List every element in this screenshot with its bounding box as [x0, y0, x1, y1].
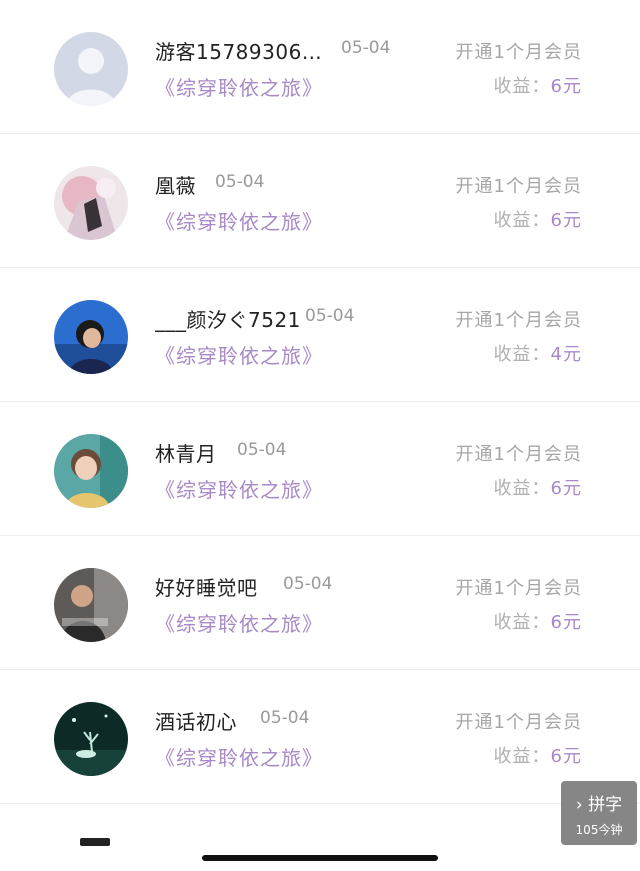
date-label: 05-04 — [260, 708, 310, 728]
home-indicator[interactable] — [202, 855, 438, 861]
user-name: 酒话初心 — [155, 710, 237, 734]
list-item[interactable]: 凰薇 05-04 《综穿聆依之旅》 开通1个月会员 收益：6元 — [0, 134, 640, 268]
income-amount: 6元 — [550, 210, 582, 231]
income-prefix: 收益： — [493, 76, 551, 97]
book-title[interactable]: 《综穿聆依之旅》 — [155, 206, 323, 235]
action-label: 开通1个月会员 — [455, 42, 582, 63]
night-scene-avatar — [54, 702, 128, 776]
user-name: 凰薇 — [155, 174, 196, 198]
income-amount: 4元 — [550, 344, 582, 365]
date-label: 05-04 — [237, 440, 287, 460]
income-amount: 6元 — [550, 612, 582, 633]
user-name: ___颜汐ぐ7521 — [155, 308, 301, 332]
income-label: 收益：4元 — [494, 340, 582, 366]
book-title[interactable]: 《综穿聆依之旅》 — [155, 72, 323, 101]
divider — [0, 803, 640, 804]
child-avatar — [54, 434, 128, 508]
pinyin-button-label: › 拼字 — [575, 795, 623, 815]
list-item[interactable]: 游客157893069… 05-04 《综穿聆依之旅》 开通1个月会员 收益：6… — [0, 0, 640, 134]
income-prefix: 收益： — [493, 478, 551, 499]
income-label: 收益：6元 — [494, 72, 582, 98]
income-amount: 6元 — [550, 478, 582, 499]
income-label: 收益：6元 — [494, 206, 582, 232]
chevron-right-icon: › — [575, 795, 583, 815]
avatar[interactable] — [54, 568, 128, 642]
partial-list-item — [80, 838, 110, 846]
action-label: 开通1个月会员 — [455, 712, 582, 733]
book-title[interactable]: 《综穿聆依之旅》 — [155, 340, 323, 369]
user-name: 游客157893069… — [155, 40, 325, 64]
income-label: 收益：6元 — [494, 474, 582, 500]
avatar[interactable] — [54, 166, 128, 240]
avatar[interactable] — [54, 702, 128, 776]
list-item[interactable]: ___颜汐ぐ7521 05-04 《综穿聆依之旅》 开通1个月会员 收益：4元 — [0, 268, 640, 402]
date-label: 05-04 — [215, 172, 265, 192]
avatar[interactable] — [54, 300, 128, 374]
user-name: 好好睡觉吧 — [155, 576, 258, 600]
income-amount: 6元 — [550, 746, 582, 767]
book-title[interactable]: 《综穿聆依之旅》 — [155, 608, 323, 637]
list-item[interactable]: 好好睡觉吧 05-04 《综穿聆依之旅》 开通1个月会员 收益：6元 — [0, 536, 640, 670]
action-label: 开通1个月会员 — [455, 310, 582, 331]
avatar[interactable] — [54, 434, 128, 508]
girl-blue-avatar — [54, 300, 128, 374]
date-label: 05-04 — [305, 306, 355, 326]
date-label: 05-04 — [283, 574, 333, 594]
list-item[interactable]: 林青月 05-04 《综穿聆依之旅》 开通1个月会员 收益：6元 — [0, 402, 640, 536]
anime-girl-avatar — [54, 166, 128, 240]
income-prefix: 收益： — [493, 612, 551, 633]
pinyin-button-sub: 105今钟 — [575, 823, 623, 837]
income-label: 收益：6元 — [494, 742, 582, 768]
user-name: 林青月 — [155, 442, 217, 466]
income-prefix: 收益： — [493, 344, 551, 365]
book-title[interactable]: 《综穿聆依之旅》 — [155, 474, 323, 503]
default-user-icon — [54, 32, 128, 106]
book-title[interactable]: 《综穿聆依之旅》 — [155, 742, 323, 771]
date-label: 05-04 — [341, 38, 391, 58]
income-label: 收益：6元 — [494, 608, 582, 634]
income-prefix: 收益： — [493, 210, 551, 231]
income-amount: 6元 — [550, 76, 582, 97]
avatar[interactable] — [54, 32, 128, 106]
man-photo-avatar — [54, 568, 128, 642]
pinyin-floating-button[interactable]: › 拼字 105今钟 — [561, 781, 637, 845]
action-label: 开通1个月会员 — [455, 444, 582, 465]
action-label: 开通1个月会员 — [455, 578, 582, 599]
income-list: 游客157893069… 05-04 《综穿聆依之旅》 开通1个月会员 收益：6… — [0, 0, 640, 804]
list-item[interactable]: 酒话初心 05-04 《综穿聆依之旅》 开通1个月会员 收益：6元 — [0, 670, 640, 804]
income-prefix: 收益： — [493, 746, 551, 767]
action-label: 开通1个月会员 — [455, 176, 582, 197]
